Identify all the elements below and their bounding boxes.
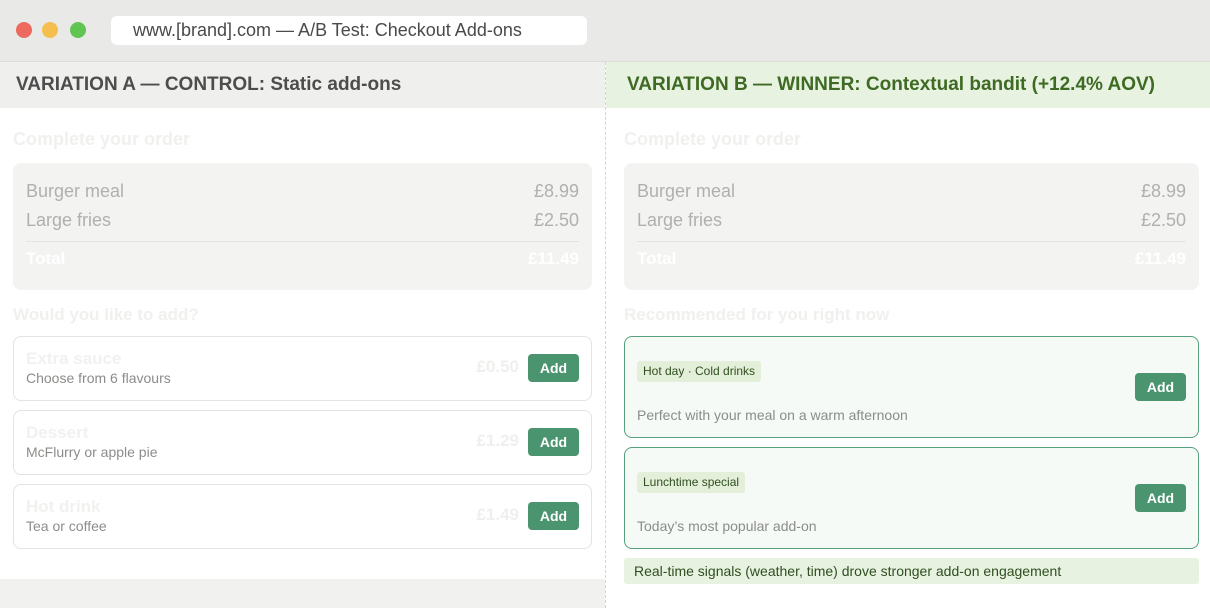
addons-title: Would you like to add? [13,305,199,324]
addon-card: Dessert McFlurry or apple pie £1.29 Add [13,410,592,475]
context-tag: Hot day · Cold drinks [637,361,762,382]
variation-b-header: VARIATION B — WINNER: Contextual bandit … [606,62,1210,108]
order-item-price: £8.99 [1140,181,1186,201]
zoom-window-button[interactable] [70,22,86,38]
variation-a-panel: VARIATION A — CONTROL: Static add-ons Co… [0,62,605,608]
add-dessert-button[interactable]: Add [528,428,579,456]
total-value: £11.49 [1134,249,1186,268]
browser-chrome: www.[brand].com — A/B Test: Checkout Add… [0,0,1210,62]
add-hot-drink-button[interactable]: Add [528,502,579,530]
order-item-name: Burger meal [26,181,125,201]
variation-b-panel: VARIATION B — WINNER: Contextual bandit … [605,62,1210,608]
minimize-window-button[interactable] [42,22,58,38]
order-item-name: Large fries [26,210,112,230]
add-lunchtime-special-button[interactable]: Add [1135,484,1186,512]
variation-a-checkout: Complete your order Burger meal £8.99 La… [0,108,605,579]
checkout-title: Complete your order [13,129,191,149]
order-line: Burger meal £8.99 [26,177,579,206]
add-cold-drink-button[interactable]: Add [1135,373,1186,401]
insight-banner: Real-time signals (weather, time) drove … [624,558,1199,584]
order-summary: Burger meal £8.99 Large fries £2.50 Tota… [624,163,1199,290]
order-summary: Burger meal £8.99 Large fries £2.50 Tota… [13,163,592,290]
recommendation-card: Lunchtime special Today’s most popular a… [624,447,1199,549]
checkout-title: Complete your order [624,129,802,149]
order-item-price: £2.50 [1140,210,1186,230]
recommendations-title: Recommended for you right now [624,305,890,324]
add-extra-sauce-button[interactable]: Add [528,354,579,382]
addon-card: Extra sauce Choose from 6 flavours £0.50… [13,336,592,401]
recommendation-card: Hot day · Cold drinks Perfect with your … [624,336,1199,438]
total-value: £11.49 [527,249,579,268]
order-item-price: £8.99 [533,181,579,201]
order-total: Total £11.49 [26,242,579,276]
recommendation-description: Today’s most popular add-on [637,518,817,534]
context-tag: Lunchtime special [637,472,746,493]
order-line: Large fries £2.50 [26,206,579,235]
recommendation-description: Perfect with your meal on a warm afterno… [637,407,908,423]
addon-price: £1.49 [476,505,519,524]
order-total: Total £11.49 [637,242,1186,276]
order-line: Large fries £2.50 [637,206,1186,235]
close-window-button[interactable] [16,22,32,38]
addon-price: £1.29 [476,431,519,450]
order-item-price: £2.50 [533,210,579,230]
order-line: Burger meal £8.99 [637,177,1186,206]
total-label: Total [637,249,677,268]
addon-card: Hot drink Tea or coffee £1.49 Add [13,484,592,549]
addon-price: £0.50 [476,357,519,376]
total-label: Total [26,249,66,268]
order-item-name: Burger meal [637,181,736,201]
variation-b-checkout: Complete your order Burger meal £8.99 La… [606,108,1210,608]
order-item-name: Large fries [637,210,723,230]
variation-a-header: VARIATION A — CONTROL: Static add-ons [0,62,605,108]
address-bar[interactable]: www.[brand].com — A/B Test: Checkout Add… [111,16,587,45]
